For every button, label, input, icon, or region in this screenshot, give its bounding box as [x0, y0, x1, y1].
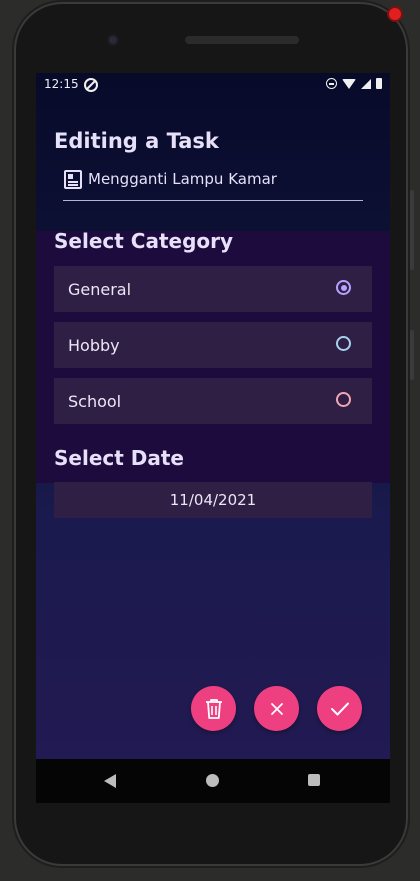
battery-icon	[376, 78, 382, 89]
home-icon[interactable]	[206, 774, 219, 787]
category-heading: Select Category	[54, 229, 234, 253]
back-icon[interactable]	[104, 774, 116, 788]
app-screen: 12:15 Editing a Task Mengganti Lampu Kam…	[36, 73, 390, 759]
recent-apps-icon[interactable]	[308, 774, 320, 786]
radio-unchecked-icon[interactable]	[336, 392, 351, 407]
front-camera	[107, 34, 119, 46]
volume-button	[410, 190, 414, 270]
check-icon	[330, 702, 349, 715]
delete-button[interactable]	[191, 686, 236, 731]
trash-icon	[205, 698, 222, 719]
radio-checked-icon[interactable]	[336, 280, 351, 295]
page-title: Editing a Task	[54, 129, 219, 153]
status-bar: 12:15	[36, 73, 390, 95]
do-not-disturb-icon	[326, 78, 337, 89]
date-heading: Select Date	[54, 446, 184, 470]
close-icon	[270, 702, 283, 715]
date-picker-field[interactable]: 11/04/2021	[54, 482, 372, 518]
task-name-field[interactable]: Mengganti Lampu Kamar	[63, 168, 363, 202]
status-time: 12:15	[44, 77, 79, 91]
category-option-label: Hobby	[68, 336, 120, 355]
wifi-icon	[342, 78, 356, 89]
power-button	[410, 330, 414, 380]
cancel-button[interactable]	[254, 686, 299, 731]
category-option-label: General	[68, 280, 132, 299]
category-option-school[interactable]: School	[54, 378, 372, 424]
category-option-general[interactable]: General	[54, 266, 372, 312]
category-option-label: School	[68, 392, 122, 411]
system-nav-bar	[36, 759, 390, 803]
data-saver-icon	[84, 78, 98, 92]
radio-unchecked-icon[interactable]	[336, 336, 351, 351]
confirm-button[interactable]	[317, 686, 362, 731]
news-article-icon	[64, 170, 82, 189]
signal-icon	[361, 78, 371, 89]
input-underline	[63, 200, 363, 201]
category-option-hobby[interactable]: Hobby	[54, 322, 372, 368]
recording-indicator-icon	[389, 8, 401, 20]
task-name-input[interactable]: Mengganti Lampu Kamar	[88, 170, 277, 188]
earpiece-speaker	[185, 36, 299, 44]
